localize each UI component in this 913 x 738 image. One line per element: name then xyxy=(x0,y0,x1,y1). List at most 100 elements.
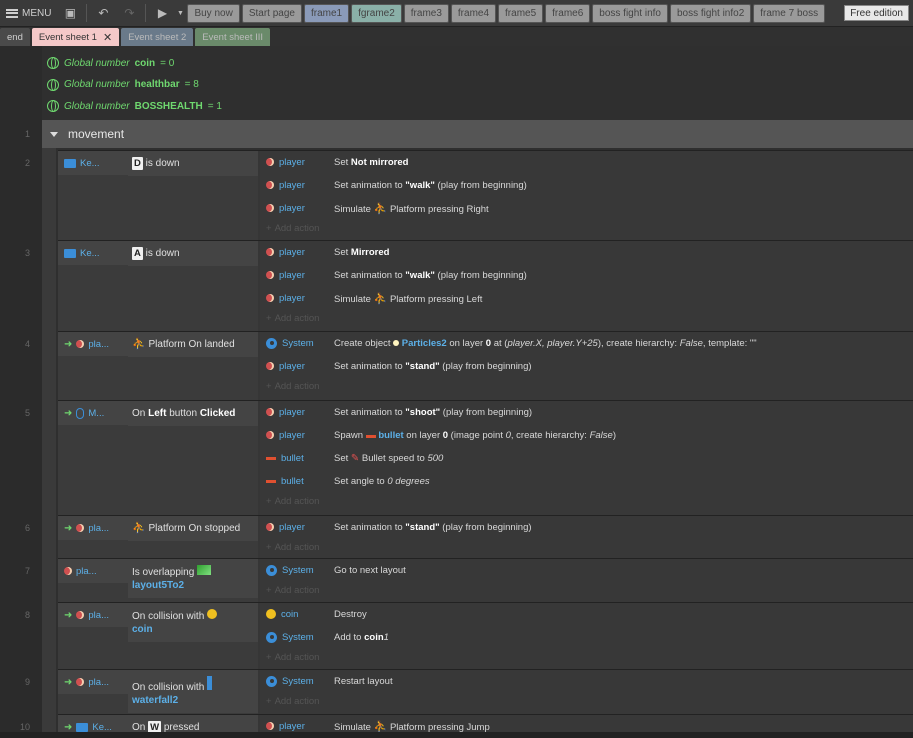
event-row[interactable]: ➜ pla... On collision with coin coin Destroy… xyxy=(58,602,913,669)
sheet-tab[interactable]: end xyxy=(0,28,30,46)
layout-tab[interactable]: frame6 xyxy=(545,3,591,23)
condition-object[interactable]: ➜ pla... xyxy=(58,670,128,694)
action-text[interactable]: Set ✎ Bullet speed to 500 xyxy=(330,453,913,464)
layout-tab[interactable]: Start page xyxy=(241,3,302,23)
action-object[interactable]: player xyxy=(260,203,330,214)
undo-icon[interactable]: ↶ xyxy=(90,0,116,27)
action-row[interactable]: player Simulate ⛹ Platform pressing Right xyxy=(260,197,913,219)
global-variable[interactable]: Global number healthbar = 8 xyxy=(47,77,199,93)
play-dropdown-icon[interactable]: ▼ xyxy=(175,0,185,27)
action-text[interactable]: Set animation to "walk" (play from begin… xyxy=(330,270,913,281)
action-row[interactable]: bullet Set ✎ Bullet speed to 500 xyxy=(260,447,913,469)
action-object[interactable]: System xyxy=(260,337,330,349)
action-text[interactable]: Set Mirrored xyxy=(330,247,913,258)
add-action-button[interactable]: + Add action xyxy=(266,694,319,708)
layout-tab[interactable]: Buy now xyxy=(187,3,240,23)
condition-text[interactable]: On collision with waterfall2 xyxy=(128,670,258,713)
action-text[interactable]: Spawn bullet on layer 0 (image point 0, … xyxy=(330,430,913,441)
layout-tab[interactable]: fgrame2 xyxy=(351,3,402,23)
action-text[interactable]: Add to coin1 xyxy=(330,632,913,643)
condition-block[interactable]: ➜ pla... On collision with waterfall2 xyxy=(58,670,258,714)
action-text[interactable]: Simulate ⛹ Platform pressing Left xyxy=(330,292,913,305)
event-row[interactable]: pla... Is overlapping layout5To2 System Go … xyxy=(58,558,913,602)
condition-object[interactable]: Ke... xyxy=(58,241,128,265)
layout-tab[interactable]: frame5 xyxy=(498,3,544,23)
action-row[interactable]: System Restart layout xyxy=(260,670,913,692)
sheet-tab[interactable]: Event sheet 1 ✕ xyxy=(31,28,120,46)
action-object[interactable]: coin xyxy=(260,609,330,620)
action-row[interactable]: player Simulate ⛹ Platform pressing Left xyxy=(260,287,913,309)
action-object[interactable]: System xyxy=(260,675,330,687)
event-row[interactable]: ➜ pla... On collision with waterfall2 Syste… xyxy=(58,669,913,714)
global-variable[interactable]: Global number BOSSHEALTH = 1 xyxy=(47,98,222,114)
action-object[interactable]: player xyxy=(260,293,330,304)
event-row[interactable]: Ke... A is down player Set Mirrored player Se… xyxy=(58,240,913,331)
condition-text[interactable]: D is down xyxy=(128,151,258,176)
collapse-triangle-icon[interactable] xyxy=(50,131,58,137)
action-text[interactable]: Restart layout xyxy=(330,676,913,687)
condition-block[interactable]: Ke... A is down xyxy=(58,241,258,331)
action-row[interactable]: player Set animation to "stand" (play fro… xyxy=(260,516,913,538)
event-row[interactable]: Ke... D is down player Set Not mirrored play… xyxy=(58,150,913,240)
condition-object[interactable]: ➜ pla... xyxy=(58,603,128,627)
action-object[interactable]: player xyxy=(260,157,330,168)
condition-text[interactable]: ⛹ Platform On landed xyxy=(128,332,258,357)
action-object[interactable]: System xyxy=(260,564,330,576)
event-row[interactable]: ➜ pla... ⛹ Platform On landed System Create … xyxy=(58,331,913,400)
action-text[interactable]: Destroy xyxy=(330,609,913,620)
action-text[interactable]: Set animation to "stand" (play from begi… xyxy=(330,361,913,372)
action-text[interactable]: Set animation to "stand" (play from begi… xyxy=(330,522,913,533)
action-object[interactable]: player xyxy=(260,247,330,258)
action-row[interactable]: System Create object Particles2 on layer … xyxy=(260,332,913,354)
action-object[interactable]: player xyxy=(260,522,330,533)
redo-icon[interactable]: ↷ xyxy=(116,0,142,27)
menu-button[interactable]: MENU xyxy=(0,0,57,27)
action-text[interactable]: Set Not mirrored xyxy=(330,157,913,168)
condition-text[interactable]: ⛹ Platform On stopped xyxy=(128,516,258,541)
action-text[interactable]: Simulate ⛹ Platform pressing Right xyxy=(330,202,913,215)
action-text[interactable]: Go to next layout xyxy=(330,565,913,576)
action-row[interactable]: player Set animation to "walk" (play from… xyxy=(260,174,913,196)
condition-block[interactable]: ➜ pla... ⛹ Platform On landed xyxy=(58,332,258,400)
condition-object[interactable]: ➜ M... xyxy=(58,401,128,425)
action-text[interactable]: Create object Particles2 on layer 0 at (… xyxy=(330,338,913,349)
add-action-button[interactable]: + Add action xyxy=(266,583,319,597)
action-row[interactable]: player Set animation to "stand" (play fro… xyxy=(260,355,913,377)
condition-object[interactable]: ➜ pla... xyxy=(58,332,128,356)
action-object[interactable]: player xyxy=(260,430,330,441)
condition-text[interactable]: A is down xyxy=(128,241,258,266)
action-object[interactable]: player xyxy=(260,180,330,191)
action-text[interactable]: Simulate ⛹ Platform pressing Jump xyxy=(330,720,913,733)
sheet-tab[interactable]: Event sheet 2 xyxy=(121,28,194,46)
action-object[interactable]: player xyxy=(260,721,330,732)
layout-tab[interactable]: boss fight info2 xyxy=(670,3,752,23)
condition-text[interactable]: Is overlapping layout5To2 xyxy=(128,559,258,598)
condition-block[interactable]: ➜ pla... On collision with coin xyxy=(58,603,258,669)
layout-tab[interactable]: frame4 xyxy=(450,3,497,23)
action-row[interactable]: player Spawn bullet on layer 0 (image poi… xyxy=(260,424,913,446)
add-action-button[interactable]: + Add action xyxy=(266,311,319,325)
add-action-button[interactable]: + Add action xyxy=(266,650,319,664)
action-row[interactable]: player Set animation to "walk" (play from… xyxy=(260,264,913,286)
action-object[interactable]: System xyxy=(260,631,330,643)
condition-object[interactable]: ➜ pla... xyxy=(58,516,128,540)
condition-block[interactable]: ➜ pla... ⛹ Platform On stopped xyxy=(58,516,258,558)
condition-text[interactable]: On collision with coin xyxy=(128,603,258,642)
action-object[interactable]: bullet xyxy=(260,476,330,487)
layout-tab[interactable]: frame3 xyxy=(403,3,449,23)
action-row[interactable]: player Set Not mirrored xyxy=(260,151,913,173)
group-movement[interactable]: movement xyxy=(42,120,913,148)
condition-block[interactable]: Ke... D is down xyxy=(58,151,258,240)
condition-object[interactable]: pla... xyxy=(58,559,128,583)
condition-text[interactable]: On Left button Clicked xyxy=(128,401,258,426)
add-action-button[interactable]: + Add action xyxy=(266,494,319,508)
action-object[interactable]: player xyxy=(260,407,330,418)
layout-tab[interactable]: frame1 xyxy=(303,3,350,23)
sheet-tab[interactable]: Event sheet III xyxy=(195,28,271,46)
condition-object[interactable]: Ke... xyxy=(58,151,128,175)
add-action-button[interactable]: + Add action xyxy=(266,540,319,554)
layout-tab[interactable]: frame 7 boss xyxy=(753,3,826,23)
condition-block[interactable]: pla... Is overlapping layout5To2 xyxy=(58,559,258,602)
save-icon[interactable]: ▣ xyxy=(57,0,83,27)
play-icon[interactable]: ▶ xyxy=(149,0,175,27)
